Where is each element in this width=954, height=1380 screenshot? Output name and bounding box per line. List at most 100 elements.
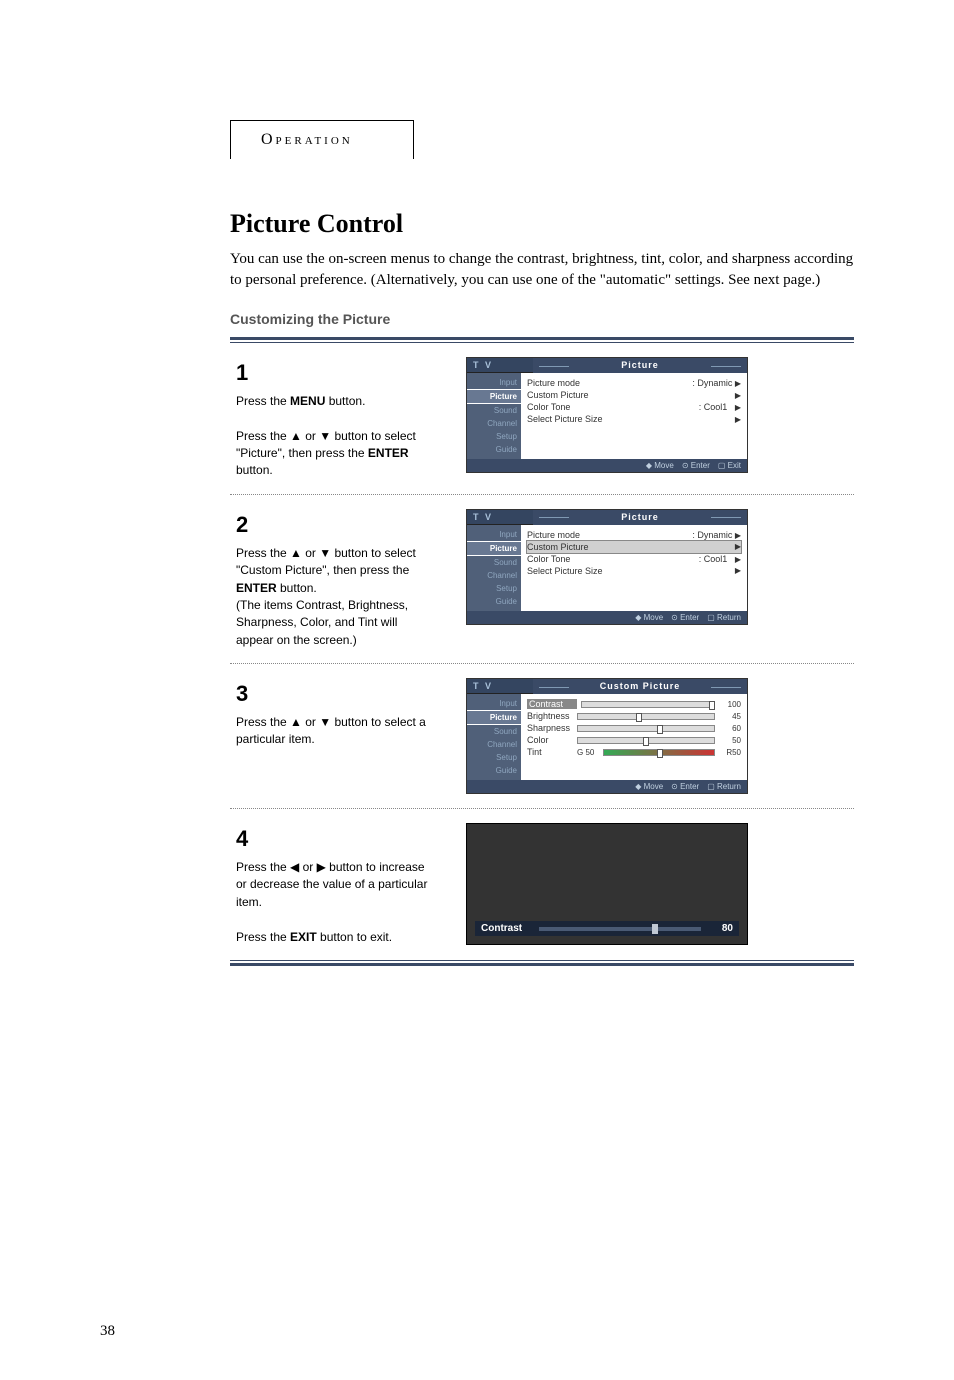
select-size-label: Select Picture Size <box>527 414 603 424</box>
color-value: 50 <box>719 736 741 745</box>
step-3-number: 3 <box>236 678 436 710</box>
step-4-p2a: Press the <box>236 930 290 944</box>
nav-guide[interactable]: Guide <box>467 764 521 777</box>
nav-sound[interactable]: Sound <box>467 556 521 569</box>
adjust-value: 80 <box>709 923 733 934</box>
step-4: 4 Press the ◀ or ▶ button to increase or… <box>230 808 854 960</box>
nav-input[interactable]: Input <box>467 376 521 389</box>
nav-guide[interactable]: Guide <box>467 595 521 608</box>
enter-button-ref: ENTER <box>368 446 409 460</box>
step-2-p2: (The items Contrast, Brightness, Sharpne… <box>236 597 436 649</box>
step-4-screenshot: Contrast 80 <box>466 823 748 945</box>
osd-tv-label: T V <box>467 358 533 373</box>
slider-sharpness[interactable]: Sharpness 60 <box>527 722 741 734</box>
row-color-tone[interactable]: Color Tone : Cool1 ▶ <box>527 401 741 413</box>
exit-button-ref: EXIT <box>290 930 317 944</box>
color-tone-value: : Cool1 <box>699 402 728 412</box>
row-picture-mode[interactable]: Picture mode : Dynamic ▶ <box>527 529 741 541</box>
nav-sound[interactable]: Sound <box>467 725 521 738</box>
nav-setup[interactable]: Setup <box>467 751 521 764</box>
slider-handle-icon <box>652 924 658 934</box>
custom-picture-label: Custom Picture <box>527 390 589 400</box>
contrast-slider[interactable] <box>581 701 715 708</box>
nav-channel[interactable]: Channel <box>467 417 521 430</box>
osd-menu: T V Picture Input Picture Sound Channel … <box>466 509 748 625</box>
row-color-tone[interactable]: Color Tone : Cool1 ▶ <box>527 553 741 565</box>
nav-input[interactable]: Input <box>467 528 521 541</box>
intro-text: You can use the on-screen menus to chang… <box>230 249 854 291</box>
row-select-size[interactable]: Select Picture Size ▶ <box>527 413 741 425</box>
right-arrow-icon: ▶ <box>735 542 741 551</box>
step-1-p2c: button. <box>236 463 273 477</box>
custom-picture-label: Custom Picture <box>527 542 589 552</box>
step-4-text: 4 Press the ◀ or ▶ button to increase or… <box>236 823 436 946</box>
row-select-size[interactable]: Select Picture Size ▶ <box>527 565 741 577</box>
row-custom-picture[interactable]: Custom Picture ▶ <box>527 389 741 401</box>
nav-picture[interactable]: Picture <box>467 710 521 725</box>
right-arrow-icon: ▶ <box>735 403 741 412</box>
page-title: Picture Control <box>230 209 854 239</box>
slider-tint[interactable]: Tint G 50 R50 <box>527 746 741 758</box>
picture-mode-value: : Dynamic <box>692 530 732 540</box>
right-arrow-icon: ▶ <box>735 379 741 388</box>
slider-brightness[interactable]: Brightness 45 <box>527 710 741 722</box>
nav-setup[interactable]: Setup <box>467 582 521 595</box>
sharpness-value: 60 <box>719 724 741 733</box>
footer-move: ◆ Move <box>635 613 663 622</box>
step-2-number: 2 <box>236 509 436 541</box>
tint-red-value: R50 <box>719 748 741 757</box>
nav-picture[interactable]: Picture <box>467 389 521 404</box>
slider-color[interactable]: Color 50 <box>527 734 741 746</box>
right-arrow-icon: ▶ <box>735 555 741 564</box>
osd-tv-label: T V <box>467 510 533 525</box>
right-arrow-icon: ▶ <box>735 415 741 424</box>
row-custom-picture-selected[interactable]: Custom Picture ▶ <box>527 541 741 553</box>
select-size-label: Select Picture Size <box>527 566 603 576</box>
nav-input[interactable]: Input <box>467 697 521 710</box>
nav-guide[interactable]: Guide <box>467 443 521 456</box>
osd-nav: Input Picture Sound Channel Setup Guide <box>467 373 521 459</box>
step-1-screenshot: T V Picture Input Picture Sound Channel … <box>466 357 748 473</box>
sharpness-slider[interactable] <box>577 725 715 732</box>
adjust-slider[interactable] <box>539 927 701 931</box>
footer-move: ◆ Move <box>635 782 663 791</box>
page: Operation Picture Control You can use th… <box>0 0 954 1380</box>
step-1-text: 1 Press the MENU button. Press the ▲ or … <box>236 357 436 480</box>
step-1: 1 Press the MENU button. Press the ▲ or … <box>230 343 854 494</box>
step-1-number: 1 <box>236 357 436 389</box>
step-3-p1: Press the ▲ or ▼ button to select a part… <box>236 714 436 749</box>
footer-exit: ▢ Exit <box>718 461 741 470</box>
nav-setup[interactable]: Setup <box>467 430 521 443</box>
section-tab: Operation <box>230 120 414 159</box>
nav-sound[interactable]: Sound <box>467 404 521 417</box>
nav-picture[interactable]: Picture <box>467 541 521 556</box>
osd-footer: ◆ Move ⊙ Enter ▢ Return <box>467 780 747 793</box>
brightness-slider[interactable] <box>577 713 715 720</box>
osd-title-custom: Custom Picture <box>533 679 747 694</box>
color-tone-label: Color Tone <box>527 554 570 564</box>
nav-channel[interactable]: Channel <box>467 569 521 582</box>
color-label: Color <box>527 735 573 745</box>
step-2-text: 2 Press the ▲ or ▼ button to select "Cus… <box>236 509 436 649</box>
enter-button-ref: ENTER <box>236 581 277 595</box>
nav-channel[interactable]: Channel <box>467 738 521 751</box>
step-4-p2c: button to exit. <box>317 930 392 944</box>
step-1-p1a: Press the <box>236 394 290 408</box>
tint-slider[interactable] <box>603 749 715 756</box>
contrast-label: Contrast <box>527 699 577 709</box>
color-slider[interactable] <box>577 737 715 744</box>
osd-main-custom: Contrast 100 Brightness 45 <box>521 694 747 780</box>
osd-footer: ◆ Move ⊙ Enter ▢ Return <box>467 611 747 624</box>
osd-tv-label: T V <box>467 679 533 694</box>
osd-menu: T V Custom Picture Input Picture Sound C… <box>466 678 748 794</box>
brightness-value: 45 <box>719 712 741 721</box>
osd-footer: ◆ Move ⊙ Enter ▢ Exit <box>467 459 747 472</box>
tv-preview: Contrast 80 <box>466 823 748 945</box>
brightness-label: Brightness <box>527 711 573 721</box>
slider-contrast[interactable]: Contrast 100 <box>527 698 741 710</box>
picture-mode-value: : Dynamic <box>692 378 732 388</box>
footer-return: ▢ Return <box>707 613 741 622</box>
row-picture-mode[interactable]: Picture mode : Dynamic ▶ <box>527 377 741 389</box>
tint-label: Tint <box>527 747 573 757</box>
footer-move: ◆ Move <box>646 461 674 470</box>
